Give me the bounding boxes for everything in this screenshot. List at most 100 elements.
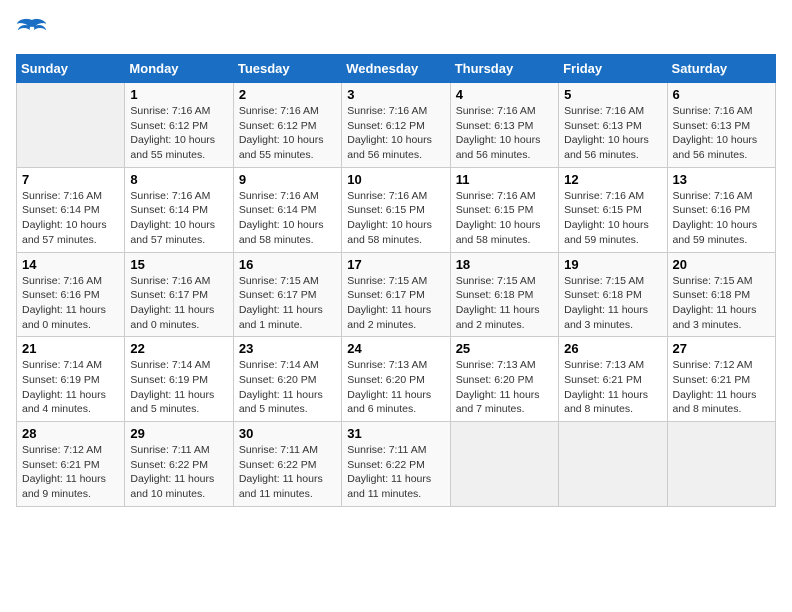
- day-number: 25: [456, 341, 553, 356]
- day-number: 23: [239, 341, 336, 356]
- calendar-week-2: 7 Sunrise: 7:16 AMSunset: 6:14 PMDaylight…: [17, 167, 776, 252]
- col-header-monday: Monday: [125, 55, 233, 83]
- calendar-week-3: 14 Sunrise: 7:16 AMSunset: 6:16 PMDayligh…: [17, 252, 776, 337]
- day-number: 31: [347, 426, 444, 441]
- day-number: 22: [130, 341, 227, 356]
- day-detail: Sunrise: 7:16 AMSunset: 6:15 PMDaylight:…: [456, 189, 553, 248]
- day-number: 14: [22, 257, 119, 272]
- day-detail: Sunrise: 7:11 AMSunset: 6:22 PMDaylight:…: [239, 443, 336, 502]
- day-number: 10: [347, 172, 444, 187]
- day-detail: Sunrise: 7:16 AMSunset: 6:17 PMDaylight:…: [130, 274, 227, 333]
- day-detail: Sunrise: 7:13 AMSunset: 6:20 PMDaylight:…: [456, 358, 553, 417]
- day-number: 16: [239, 257, 336, 272]
- calendar-cell: 21 Sunrise: 7:14 AMSunset: 6:19 PMDayligh…: [17, 337, 125, 422]
- day-number: 21: [22, 341, 119, 356]
- day-number: 8: [130, 172, 227, 187]
- col-header-wednesday: Wednesday: [342, 55, 450, 83]
- day-detail: Sunrise: 7:16 AMSunset: 6:15 PMDaylight:…: [347, 189, 444, 248]
- calendar-cell: [17, 83, 125, 168]
- day-detail: Sunrise: 7:16 AMSunset: 6:16 PMDaylight:…: [22, 274, 119, 333]
- calendar-cell: 17 Sunrise: 7:15 AMSunset: 6:17 PMDayligh…: [342, 252, 450, 337]
- day-number: 29: [130, 426, 227, 441]
- calendar-header-row: SundayMondayTuesdayWednesdayThursdayFrid…: [17, 55, 776, 83]
- day-number: 1: [130, 87, 227, 102]
- day-detail: Sunrise: 7:15 AMSunset: 6:18 PMDaylight:…: [456, 274, 553, 333]
- day-number: 26: [564, 341, 661, 356]
- day-detail: Sunrise: 7:16 AMSunset: 6:14 PMDaylight:…: [239, 189, 336, 248]
- calendar-cell: 6 Sunrise: 7:16 AMSunset: 6:13 PMDaylight…: [667, 83, 775, 168]
- day-detail: Sunrise: 7:16 AMSunset: 6:16 PMDaylight:…: [673, 189, 770, 248]
- day-number: 4: [456, 87, 553, 102]
- day-detail: Sunrise: 7:16 AMSunset: 6:12 PMDaylight:…: [130, 104, 227, 163]
- day-number: 6: [673, 87, 770, 102]
- day-number: 24: [347, 341, 444, 356]
- calendar-cell: 25 Sunrise: 7:13 AMSunset: 6:20 PMDayligh…: [450, 337, 558, 422]
- day-detail: Sunrise: 7:12 AMSunset: 6:21 PMDaylight:…: [22, 443, 119, 502]
- day-number: 13: [673, 172, 770, 187]
- day-detail: Sunrise: 7:16 AMSunset: 6:12 PMDaylight:…: [239, 104, 336, 163]
- day-detail: Sunrise: 7:15 AMSunset: 6:17 PMDaylight:…: [239, 274, 336, 333]
- day-number: 11: [456, 172, 553, 187]
- calendar-cell: 7 Sunrise: 7:16 AMSunset: 6:14 PMDaylight…: [17, 167, 125, 252]
- calendar-cell: 12 Sunrise: 7:16 AMSunset: 6:15 PMDayligh…: [559, 167, 667, 252]
- col-header-saturday: Saturday: [667, 55, 775, 83]
- day-number: 3: [347, 87, 444, 102]
- day-detail: Sunrise: 7:16 AMSunset: 6:13 PMDaylight:…: [673, 104, 770, 163]
- day-detail: Sunrise: 7:15 AMSunset: 6:18 PMDaylight:…: [564, 274, 661, 333]
- calendar-cell: 10 Sunrise: 7:16 AMSunset: 6:15 PMDayligh…: [342, 167, 450, 252]
- day-number: 2: [239, 87, 336, 102]
- day-detail: Sunrise: 7:13 AMSunset: 6:21 PMDaylight:…: [564, 358, 661, 417]
- col-header-friday: Friday: [559, 55, 667, 83]
- day-detail: Sunrise: 7:16 AMSunset: 6:15 PMDaylight:…: [564, 189, 661, 248]
- calendar-cell: 11 Sunrise: 7:16 AMSunset: 6:15 PMDayligh…: [450, 167, 558, 252]
- day-detail: Sunrise: 7:16 AMSunset: 6:12 PMDaylight:…: [347, 104, 444, 163]
- day-detail: Sunrise: 7:15 AMSunset: 6:18 PMDaylight:…: [673, 274, 770, 333]
- day-detail: Sunrise: 7:13 AMSunset: 6:20 PMDaylight:…: [347, 358, 444, 417]
- calendar-cell: 4Sunrise: 7:16 AMSunset: 6:13 PMDaylight…: [450, 83, 558, 168]
- day-detail: Sunrise: 7:16 AMSunset: 6:14 PMDaylight:…: [22, 189, 119, 248]
- col-header-tuesday: Tuesday: [233, 55, 341, 83]
- day-number: 15: [130, 257, 227, 272]
- calendar-cell: 22 Sunrise: 7:14 AMSunset: 6:19 PMDayligh…: [125, 337, 233, 422]
- calendar-cell: 19 Sunrise: 7:15 AMSunset: 6:18 PMDayligh…: [559, 252, 667, 337]
- calendar-cell: 23 Sunrise: 7:14 AMSunset: 6:20 PMDayligh…: [233, 337, 341, 422]
- calendar-cell: 9Sunrise: 7:16 AMSunset: 6:14 PMDaylight…: [233, 167, 341, 252]
- calendar-cell: 26 Sunrise: 7:13 AMSunset: 6:21 PMDayligh…: [559, 337, 667, 422]
- day-number: 12: [564, 172, 661, 187]
- day-number: 5: [564, 87, 661, 102]
- calendar-cell: 20 Sunrise: 7:15 AMSunset: 6:18 PMDayligh…: [667, 252, 775, 337]
- day-number: 28: [22, 426, 119, 441]
- calendar-cell: [667, 422, 775, 507]
- day-detail: Sunrise: 7:14 AMSunset: 6:19 PMDaylight:…: [22, 358, 119, 417]
- day-number: 27: [673, 341, 770, 356]
- day-number: 20: [673, 257, 770, 272]
- calendar-cell: [559, 422, 667, 507]
- day-number: 7: [22, 172, 119, 187]
- calendar-cell: 18 Sunrise: 7:15 AMSunset: 6:18 PMDayligh…: [450, 252, 558, 337]
- calendar-cell: 13 Sunrise: 7:16 AMSunset: 6:16 PMDayligh…: [667, 167, 775, 252]
- logo-icon: [16, 16, 48, 44]
- calendar-cell: 16 Sunrise: 7:15 AMSunset: 6:17 PMDayligh…: [233, 252, 341, 337]
- calendar-cell: 24 Sunrise: 7:13 AMSunset: 6:20 PMDayligh…: [342, 337, 450, 422]
- day-detail: Sunrise: 7:16 AMSunset: 6:13 PMDaylight:…: [564, 104, 661, 163]
- day-detail: Sunrise: 7:15 AMSunset: 6:17 PMDaylight:…: [347, 274, 444, 333]
- calendar-week-1: 1 Sunrise: 7:16 AMSunset: 6:12 PMDaylight…: [17, 83, 776, 168]
- day-detail: Sunrise: 7:14 AMSunset: 6:20 PMDaylight:…: [239, 358, 336, 417]
- calendar-cell: 27 Sunrise: 7:12 AMSunset: 6:21 PMDayligh…: [667, 337, 775, 422]
- calendar-cell: 5 Sunrise: 7:16 AMSunset: 6:13 PMDaylight…: [559, 83, 667, 168]
- calendar-cell: 31 Sunrise: 7:11 AMSunset: 6:22 PMDayligh…: [342, 422, 450, 507]
- day-detail: Sunrise: 7:14 AMSunset: 6:19 PMDaylight:…: [130, 358, 227, 417]
- calendar-cell: 1 Sunrise: 7:16 AMSunset: 6:12 PMDaylight…: [125, 83, 233, 168]
- calendar-cell: 2 Sunrise: 7:16 AMSunset: 6:12 PMDaylight…: [233, 83, 341, 168]
- calendar-table: SundayMondayTuesdayWednesdayThursdayFrid…: [16, 54, 776, 507]
- calendar-cell: [450, 422, 558, 507]
- day-detail: Sunrise: 7:11 AMSunset: 6:22 PMDaylight:…: [130, 443, 227, 502]
- calendar-week-5: 28 Sunrise: 7:12 AMSunset: 6:21 PMDayligh…: [17, 422, 776, 507]
- calendar-week-4: 21 Sunrise: 7:14 AMSunset: 6:19 PMDayligh…: [17, 337, 776, 422]
- day-number: 17: [347, 257, 444, 272]
- calendar-cell: 28 Sunrise: 7:12 AMSunset: 6:21 PMDayligh…: [17, 422, 125, 507]
- day-number: 18: [456, 257, 553, 272]
- day-detail: Sunrise: 7:11 AMSunset: 6:22 PMDaylight:…: [347, 443, 444, 502]
- day-detail: Sunrise: 7:12 AMSunset: 6:21 PMDaylight:…: [673, 358, 770, 417]
- day-number: 19: [564, 257, 661, 272]
